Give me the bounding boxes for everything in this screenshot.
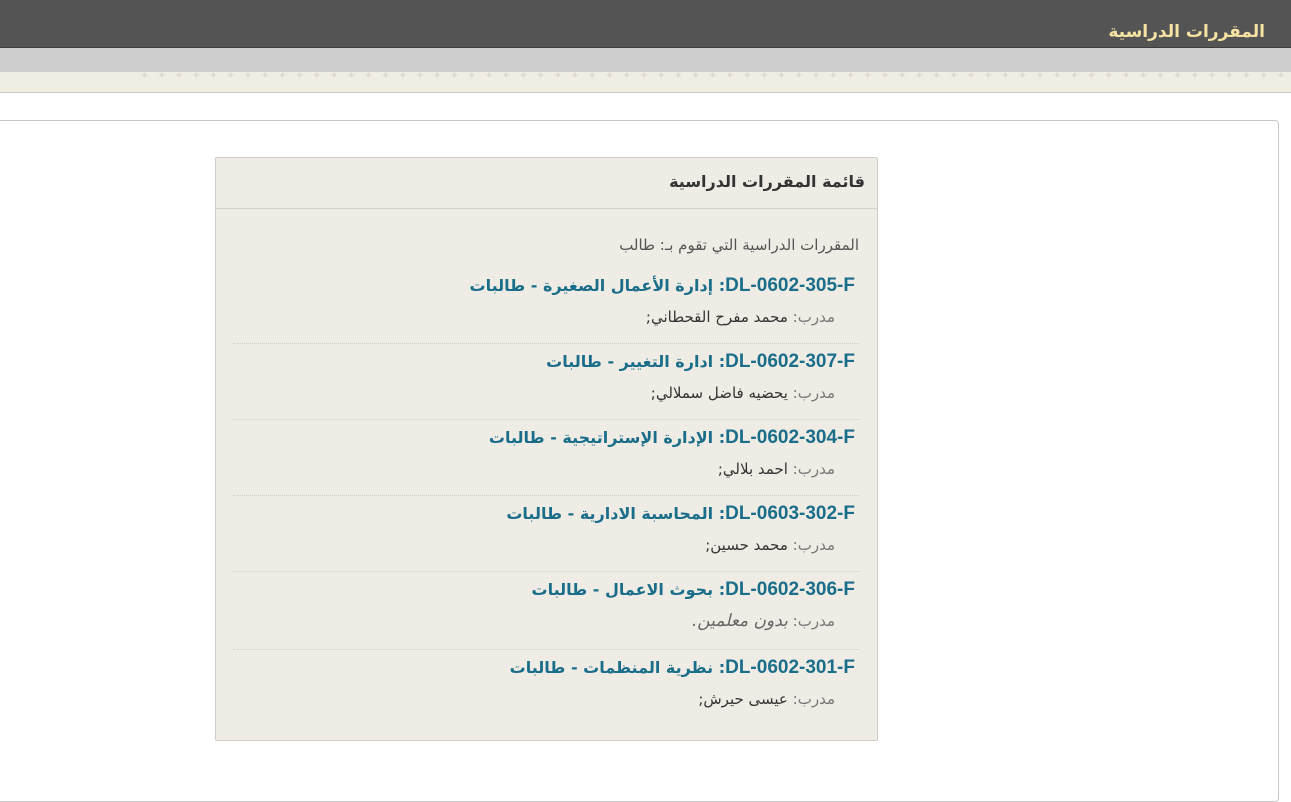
block-header: قائمة المقررات الدراسية [216, 158, 877, 209]
teacher-name: عيسى حيرش; [698, 690, 788, 708]
course-name: المحاسبة الادارية - طالبات [506, 504, 714, 523]
course-name: بحوث الاعمال - طالبات [531, 580, 714, 599]
course-item: DL-0602-301-F: نظرية المنظمات - طالبات م… [233, 650, 859, 726]
teacher-label: مدرب: [792, 460, 835, 478]
course-link[interactable]: DL-0602-307-F: ادارة التغيير - طالبات [546, 350, 855, 374]
course-name: ادارة التغيير - طالبات [546, 352, 714, 371]
course-link[interactable]: DL-0602-305-F: إدارة الأعمال الصغيرة - ط… [470, 274, 855, 298]
teacher-name: محمد حسين; [705, 536, 788, 554]
course-code: DL-0603-302-F [725, 503, 855, 524]
course-list-block: قائمة المقررات الدراسية المقررات الدراسي… [215, 157, 878, 741]
course-code: DL-0602-306-F [725, 579, 855, 600]
teacher-name: يحضيه فاضل سملالي; [650, 384, 788, 402]
no-teacher-text: بدون معلمين. [691, 611, 788, 631]
course-link[interactable]: DL-0602-304-F: الإدارة الإستراتيجية - طا… [489, 426, 855, 450]
teacher-name: محمد مفرح القحطاني; [645, 308, 788, 326]
navigation-strip [0, 48, 1291, 72]
teacher-label: مدرب: [792, 536, 835, 554]
role-line: المقررات الدراسية التي تقوم بـ: طالب [619, 236, 859, 254]
course-teacher: مدرب: محمد مفرح القحطاني; [646, 306, 835, 328]
course-code: DL-0602-304-F [725, 427, 855, 448]
course-link[interactable]: DL-0602-306-F: بحوث الاعمال - طالبات [531, 578, 855, 602]
star-pattern-icon: ✦✦✦✦✦✦✦✦✦✦✦✦✦✦✦✦✦✦✦✦✦✦✦✦✦✦✦✦✦✦✦✦✦✦✦✦✦✦✦✦… [140, 72, 1291, 82]
course-teacher: مدرب: عيسى حيرش; [698, 688, 835, 710]
course-link[interactable]: DL-0603-302-F: المحاسبة الادارية - طالبا… [506, 502, 855, 526]
decorative-pattern-strip: ✦✦✦✦✦✦✦✦✦✦✦✦✦✦✦✦✦✦✦✦✦✦✦✦✦✦✦✦✦✦✦✦✦✦✦✦✦✦✦✦… [0, 72, 1291, 93]
course-item: DL-0602-304-F: الإدارة الإستراتيجية - طا… [233, 420, 859, 496]
course-item: DL-0602-306-F: بحوث الاعمال - طالبات مدر… [233, 572, 859, 650]
course-list: DL-0602-305-F: إدارة الأعمال الصغيرة - ط… [233, 268, 859, 726]
page-title: المقررات الدراسية [1108, 22, 1265, 42]
course-teacher: مدرب: بدون معلمين. [692, 610, 835, 632]
block-title: قائمة المقررات الدراسية [669, 172, 865, 191]
teacher-label: مدرب: [792, 612, 835, 630]
course-teacher: مدرب: احمد بلالي; [718, 458, 835, 480]
course-teacher: مدرب: يحضيه فاضل سملالي; [651, 382, 835, 404]
course-item: DL-0603-302-F: المحاسبة الادارية - طالبا… [233, 496, 859, 572]
course-name: نظرية المنظمات - طالبات [509, 658, 714, 677]
course-item: DL-0602-305-F: إدارة الأعمال الصغيرة - ط… [233, 268, 859, 344]
course-name: الإدارة الإستراتيجية - طالبات [488, 428, 714, 447]
course-name: إدارة الأعمال الصغيرة - طالبات [469, 276, 714, 295]
course-code: DL-0602-305-F [725, 275, 855, 296]
teacher-name: احمد بلالي; [717, 460, 788, 478]
teacher-label: مدرب: [792, 308, 835, 326]
teacher-label: مدرب: [792, 690, 835, 708]
top-bar: المقررات الدراسية [0, 0, 1291, 48]
course-link[interactable]: DL-0602-301-F: نظرية المنظمات - طالبات [510, 656, 855, 680]
course-code: DL-0602-301-F [725, 657, 855, 678]
course-teacher: مدرب: محمد حسين; [705, 534, 835, 556]
teacher-label: مدرب: [792, 384, 835, 402]
course-code: DL-0602-307-F [725, 351, 855, 372]
course-item: DL-0602-307-F: ادارة التغيير - طالبات مد… [233, 344, 859, 420]
